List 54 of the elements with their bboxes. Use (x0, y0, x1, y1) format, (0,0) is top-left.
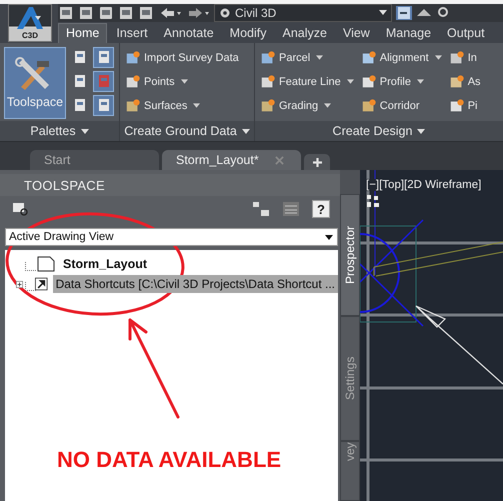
gear-icon (219, 6, 231, 19)
caret-icon (80, 128, 89, 134)
caret-icon (379, 10, 387, 16)
ribbon-button[interactable]: Surfaces (124, 94, 240, 117)
ribbon-button[interactable]: Import Survey Data (124, 46, 240, 69)
viewport-label[interactable]: [−][Top][2D Wireframe] (364, 179, 484, 191)
panel-title[interactable]: Create Design (255, 121, 503, 142)
ribbon-button[interactable]: Corridor (360, 94, 443, 117)
ribbon-button[interactable]: Parcel (259, 46, 355, 69)
new-tab-button[interactable] (304, 154, 330, 170)
workspace-dropdown[interactable]: Civil 3D (214, 4, 392, 22)
ribbon-button[interactable]: Alignment (360, 46, 443, 69)
ribbon-button[interactable]: Pi (448, 94, 482, 117)
ribbon-button[interactable]: Feature Line (259, 70, 355, 93)
palette-title: TOOLSPACE (0, 174, 340, 196)
panel-title[interactable]: Palettes (0, 121, 119, 142)
expand-icon[interactable] (16, 280, 24, 288)
hierarchy-icon[interactable] (252, 201, 270, 217)
caret-icon (242, 128, 250, 134)
workspace-value: Civil 3D (235, 6, 276, 20)
document-icon (37, 256, 55, 272)
redo-icon[interactable] (186, 6, 210, 20)
toolspace-button[interactable]: Toolspace (4, 46, 66, 119)
ribbon-tab[interactable]: Analyze (275, 24, 334, 43)
panel-title[interactable]: Create Ground Data (120, 121, 254, 142)
ribbon-tab[interactable]: Modify (222, 24, 274, 43)
side-tab[interactable]: Prospector (340, 194, 360, 316)
view-dropdown[interactable]: Active Drawing View (5, 228, 338, 246)
list-icon[interactable] (282, 201, 300, 217)
caret-icon (325, 234, 333, 240)
tree-item[interactable]: Data Shortcuts [C:\Civil 3D Projects\Data Shortcut ... (52, 275, 338, 293)
help-button[interactable]: ? (312, 200, 330, 218)
plus-icon (312, 158, 322, 166)
ribbon-button[interactable]: In (448, 46, 482, 69)
view-value: Active Drawing View (9, 231, 114, 243)
document-tab[interactable]: Start (30, 150, 159, 170)
ribbon-tab[interactable]: Home (58, 22, 108, 43)
shortcut-icon (35, 276, 48, 292)
caret-icon (417, 128, 426, 134)
ribbon-button[interactable]: Points (124, 70, 240, 93)
ribbon-tab[interactable]: Insert (109, 24, 155, 43)
tree-line (25, 262, 36, 271)
ribbon-tab[interactable]: View (336, 24, 377, 43)
ribbon-button[interactable]: As (448, 70, 482, 93)
ribbon-tab[interactable]: Annotate (156, 24, 221, 43)
ribbon-tab[interactable]: Manage (378, 24, 438, 43)
application-button[interactable]: C3D (8, 4, 52, 42)
document-tab[interactable]: Storm_Layout* (162, 150, 301, 170)
ribbon-button[interactable]: Profile (360, 70, 443, 93)
tree-item[interactable]: Storm_Layout (60, 255, 150, 273)
logo-icon (15, 6, 45, 30)
ribbon-button[interactable]: Grading (259, 94, 355, 117)
ribbon-tab[interactable]: Output (440, 24, 492, 43)
annotation-text: NO DATA AVAILABLE (57, 447, 282, 473)
